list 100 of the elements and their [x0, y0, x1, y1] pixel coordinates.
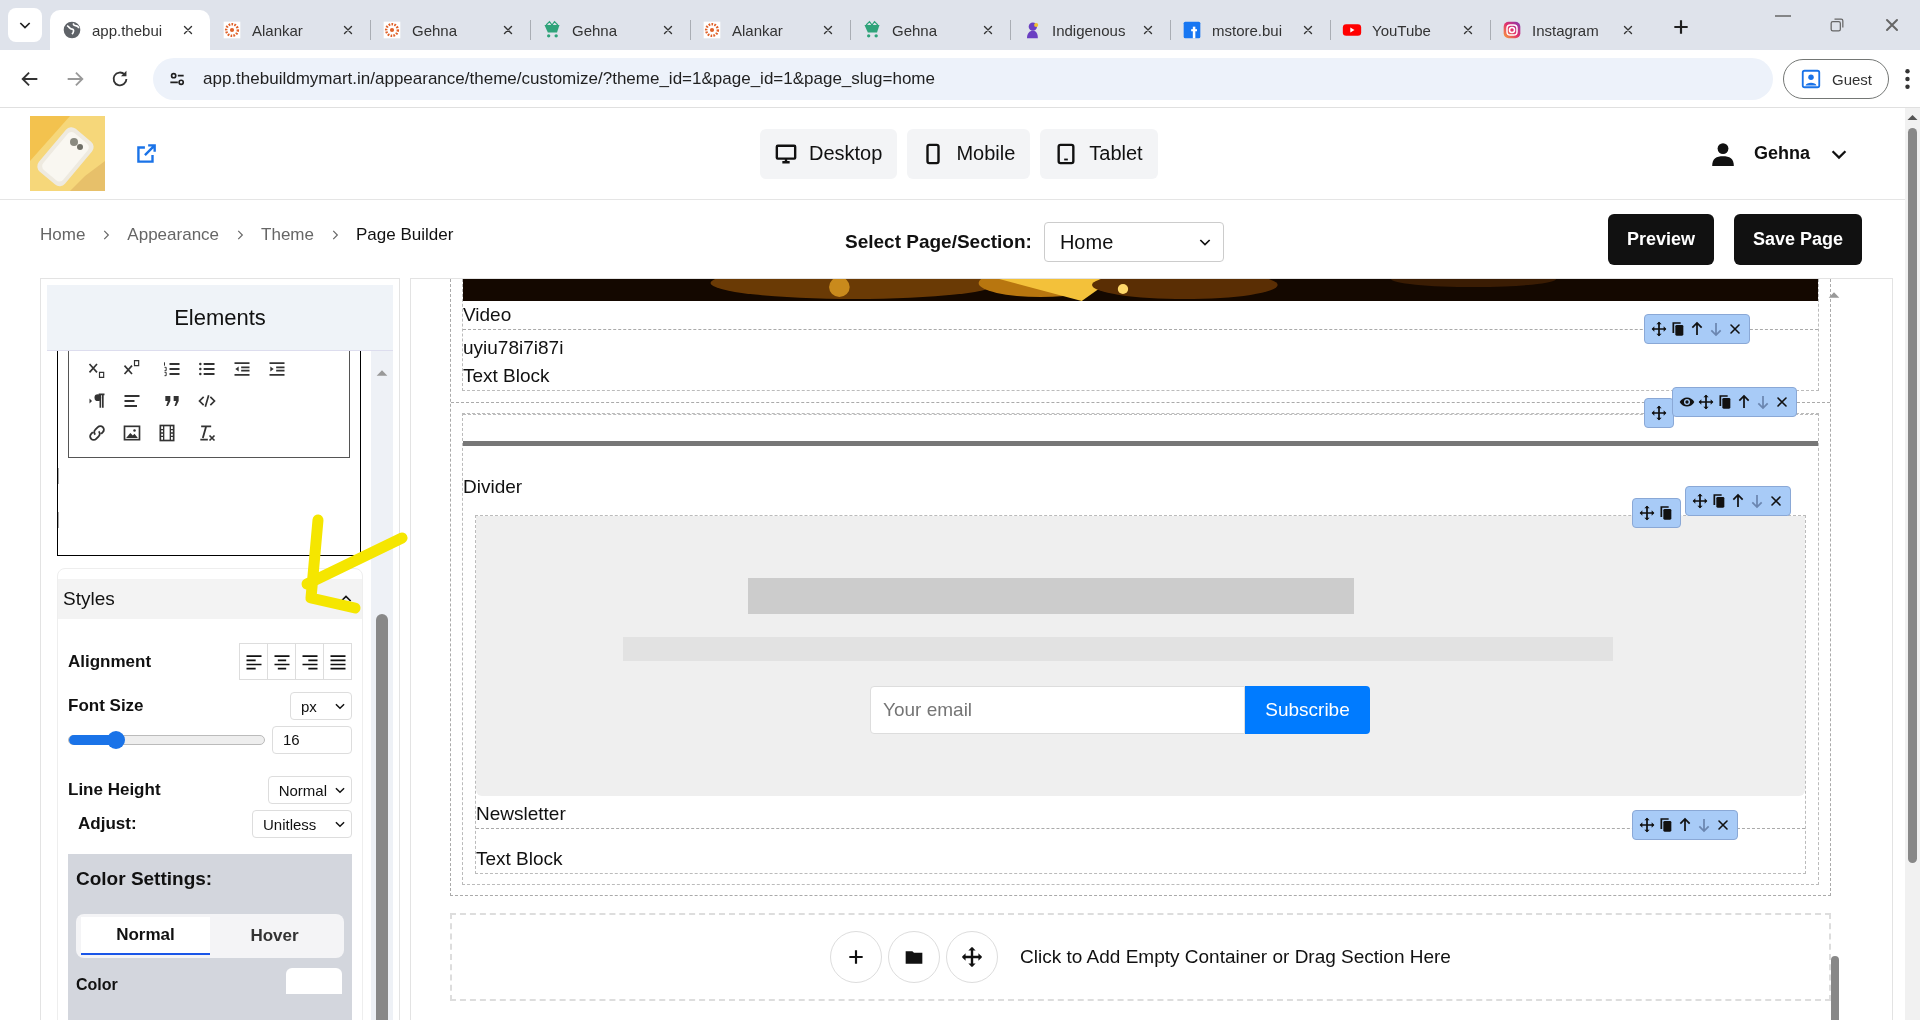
- action-button[interactable]: Save Page: [1733, 213, 1862, 265]
- add-section-area[interactable]: Click to Add Empty Container or Drag Section Here: [450, 913, 1831, 1001]
- move-button[interactable]: [1651, 405, 1667, 421]
- profile-icon: [1799, 68, 1822, 90]
- facebook-icon: [1182, 20, 1202, 40]
- block-label: Text Block: [476, 847, 564, 871]
- up-button[interactable]: [1736, 394, 1752, 410]
- block-label: Divider: [463, 475, 523, 499]
- close-icon: [1301, 23, 1315, 37]
- breadcrumb-link[interactable]: Theme: [261, 225, 314, 245]
- text-editor[interactable]: [57, 351, 361, 556]
- browser-tab[interactable]: Alankar: [690, 10, 850, 50]
- browser-tab[interactable]: app.thebui: [50, 10, 210, 50]
- browser-tab[interactable]: Gehna: [850, 10, 1010, 50]
- adjust-select[interactable]: Unitless: [252, 810, 352, 838]
- panel-title: Elements: [47, 285, 393, 351]
- device-button[interactable]: Desktop: [760, 128, 898, 179]
- close-icon: [1768, 493, 1784, 509]
- copy-button[interactable]: [1717, 394, 1733, 410]
- close-icon: [501, 23, 515, 37]
- arrow-up-icon: [1736, 394, 1752, 410]
- browser-tab[interactable]: Instagram: [1490, 10, 1650, 50]
- scrollbar-thumb[interactable]: [1908, 128, 1917, 863]
- ordered-list-icon: [162, 359, 182, 379]
- copy-button[interactable]: [1711, 493, 1727, 509]
- field-label: Adjust:: [78, 814, 137, 834]
- arrow-down-icon: [1755, 394, 1771, 410]
- up-button[interactable]: [1730, 493, 1746, 509]
- font-size-input[interactable]: 16: [272, 726, 352, 754]
- minimize-icon: [1774, 15, 1792, 17]
- block-label: Text Block: [463, 364, 551, 388]
- up-button[interactable]: [1677, 817, 1693, 833]
- copy-icon: [1711, 493, 1727, 509]
- close-icon: [981, 23, 995, 37]
- breadcrumb-current: Page Builder: [355, 225, 454, 245]
- scrollbar-thumb[interactable]: [1831, 956, 1839, 1020]
- color-state-tab[interactable]: Normal: [81, 917, 210, 955]
- clear-format-icon: [197, 423, 217, 443]
- move-button[interactable]: [1692, 493, 1708, 509]
- copy-button[interactable]: [1658, 817, 1674, 833]
- flower-icon: [382, 20, 402, 40]
- close-button[interactable]: [1768, 493, 1784, 509]
- move-icon: [1692, 493, 1708, 509]
- close-icon: [821, 23, 835, 37]
- cart-icon: [542, 20, 562, 40]
- browser-tab[interactable]: Indigenous: [1010, 10, 1170, 50]
- tablet-icon: [1055, 142, 1078, 165]
- close-icon: [1715, 817, 1731, 833]
- up-button[interactable]: [1689, 321, 1705, 337]
- field-label: Font Size: [68, 696, 144, 716]
- browser-tab[interactable]: Gehna: [530, 10, 690, 50]
- close-icon: [1461, 23, 1475, 37]
- close-button[interactable]: [1727, 321, 1743, 337]
- breadcrumb-link[interactable]: Appearance: [127, 225, 220, 245]
- profile-button[interactable]: Guest: [1782, 59, 1889, 99]
- flower-icon: [222, 20, 242, 40]
- section-title: Styles: [63, 588, 115, 610]
- user-icon: [1710, 140, 1736, 167]
- arrow-up-icon: [1730, 493, 1746, 509]
- select-label: Select Page/Section:: [845, 231, 1032, 253]
- browser-tab[interactable]: YouTube: [1330, 10, 1490, 50]
- breadcrumb-link[interactable]: Home: [40, 225, 86, 245]
- close-icon: [1774, 394, 1790, 410]
- email-field[interactable]: Your email: [870, 686, 1245, 734]
- device-button[interactable]: Tablet: [1040, 128, 1158, 179]
- subscribe-button[interactable]: Subscribe: [1245, 686, 1370, 734]
- text-direction-icon: [87, 391, 107, 411]
- close-button[interactable]: [1774, 394, 1790, 410]
- add-section-hint: Click to Add Empty Container or Drag Section Here: [1020, 946, 1451, 968]
- browser-tab[interactable]: mstore.bui: [1170, 10, 1330, 50]
- line-height-select[interactable]: Normal: [267, 776, 352, 804]
- move-button[interactable]: [1698, 394, 1714, 410]
- copy-button[interactable]: [1658, 505, 1674, 521]
- action-button[interactable]: Preview: [1607, 213, 1714, 265]
- address-bar[interactable]: app.thebuildmymart.in/appearance/theme/customize/?theme_id=1&page_id=1&page_slug=home: [153, 58, 1773, 100]
- color-swatch[interactable]: [286, 968, 342, 994]
- close-icon: [181, 23, 195, 37]
- scrollbar-thumb[interactable]: [376, 614, 388, 1020]
- arrow-down-icon: [1696, 817, 1712, 833]
- device-button[interactable]: Mobile: [907, 128, 1031, 179]
- scrollbar[interactable]: [371, 351, 393, 1020]
- move-button[interactable]: [1639, 505, 1655, 521]
- close-button[interactable]: [1715, 817, 1731, 833]
- plus-icon: [1671, 17, 1691, 37]
- copy-button[interactable]: [1670, 321, 1686, 337]
- arrow-down-icon: [1749, 493, 1765, 509]
- move-icon: [1639, 817, 1655, 833]
- browser-tab[interactable]: Alankar: [210, 10, 370, 50]
- browser-tab[interactable]: Gehna: [370, 10, 530, 50]
- copy-icon: [1717, 394, 1733, 410]
- browser-menu-button[interactable]: [1905, 69, 1910, 89]
- color-state-tab[interactable]: Hover: [210, 917, 339, 955]
- close-icon: [661, 23, 675, 37]
- unit-select[interactable]: px: [290, 692, 352, 720]
- page-select[interactable]: Home: [1043, 222, 1224, 262]
- move-button[interactable]: [1639, 817, 1655, 833]
- slider-thumb[interactable]: [106, 731, 125, 749]
- move-button[interactable]: [1651, 321, 1667, 337]
- user-name[interactable]: Gehna: [1754, 143, 1810, 164]
- section-title: Color Settings:: [76, 868, 214, 890]
